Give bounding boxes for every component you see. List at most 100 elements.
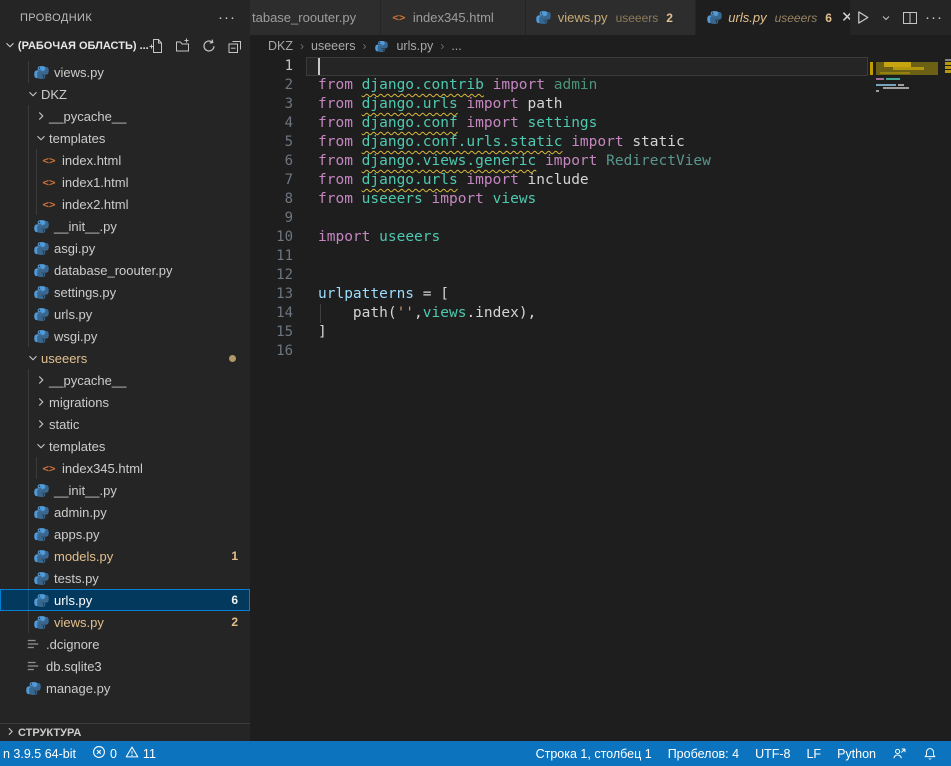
tab-views.py[interactable]: views.pyuseeers2	[526, 0, 697, 35]
indent-guide	[36, 149, 37, 171]
split-editor-icon[interactable]	[899, 7, 921, 29]
minimap-mark	[893, 67, 924, 70]
breadcrumb-file[interactable]: urls.py	[396, 39, 433, 53]
explorer-sidebar: ПРОВОДНИК ··· (РАБОЧАЯ ОБЛАСТЬ) ...	[0, 0, 250, 741]
indent-guide	[28, 611, 29, 633]
overview-ruler[interactable]	[945, 57, 951, 741]
explorer-more-actions-icon[interactable]: ···	[218, 9, 236, 26]
tree-item-tests.py[interactable]: tests.py	[0, 567, 250, 589]
tree-item-label: __init__.py	[54, 483, 117, 498]
python-interpreter-item[interactable]: n 3.9.5 64-bit	[0, 741, 84, 766]
line-number: 3	[250, 95, 293, 114]
run-dropdown-chevron-icon[interactable]	[875, 7, 897, 29]
minimap-mark	[883, 87, 909, 89]
editor-actions: ···	[851, 0, 951, 35]
new-folder-icon[interactable]	[174, 37, 192, 55]
breadcrumb-folder[interactable]: useeers	[311, 39, 355, 53]
collapse-all-icon[interactable]	[226, 37, 244, 55]
tree-item-index1.html[interactable]: <>index1.html	[0, 171, 250, 193]
indent-guide	[28, 589, 29, 611]
minimap[interactable]	[870, 57, 945, 741]
tree-item-urls.py[interactable]: urls.py6	[0, 589, 250, 611]
outline-section-header[interactable]: СТРУКТУРА	[0, 723, 250, 741]
tree-item-label: .dcignore	[46, 637, 99, 652]
tab-urls.py[interactable]: urls.pyuseeers6✕	[696, 0, 851, 35]
tree-item-asgi.py[interactable]: asgi.py	[0, 237, 250, 259]
tree-item-index.html[interactable]: <>index.html	[0, 149, 250, 171]
tree-item-static[interactable]: static	[0, 413, 250, 435]
chevron-right-icon	[33, 417, 49, 431]
tree-item-settings.py[interactable]: settings.py	[0, 281, 250, 303]
tree-item-migrations[interactable]: migrations	[0, 391, 250, 413]
tree-item-urls.py[interactable]: urls.py	[0, 303, 250, 325]
tree-item-manage.py[interactable]: manage.py	[0, 677, 250, 699]
tree-item-wsgi.py[interactable]: wsgi.py	[0, 325, 250, 347]
problems-item[interactable]: 0 11	[84, 741, 164, 766]
tree-item-label: tests.py	[54, 571, 99, 586]
tree-item-label: useeers	[41, 351, 87, 366]
tree-item-useeers[interactable]: useeers	[0, 347, 250, 369]
editor-group: tabase_roouter.py<>index345.htmlviews.py…	[250, 0, 951, 741]
chevron-down-icon	[25, 87, 41, 101]
tree-item-admin.py[interactable]: admin.py	[0, 501, 250, 523]
code-text: from django.conf.urls.static import stat…	[318, 133, 685, 152]
minimap-mark	[886, 78, 900, 80]
tree-item-views.py[interactable]: views.py	[0, 61, 250, 83]
breadcrumb-folder[interactable]: DKZ	[268, 39, 293, 53]
python-icon	[33, 549, 49, 564]
more-actions-icon[interactable]: ···	[923, 7, 945, 29]
eol-item[interactable]: LF	[798, 741, 829, 766]
close-icon[interactable]: ✕	[841, 10, 851, 25]
indentation-item[interactable]: Пробелов: 4	[660, 741, 747, 766]
tree-item-label: views.py	[54, 615, 104, 630]
tree-item-index2.html[interactable]: <>index2.html	[0, 193, 250, 215]
cursor-position-item[interactable]: Строка 1, столбец 1	[528, 741, 660, 766]
workspace-section-header[interactable]: (РАБОЧАЯ ОБЛАСТЬ) ...	[0, 35, 250, 57]
encoding-item[interactable]: UTF-8	[747, 741, 798, 766]
tree-item-DKZ[interactable]: DKZ	[0, 83, 250, 105]
tree-item-db.sqlite3[interactable]: db.sqlite3	[0, 655, 250, 677]
feedback-icon[interactable]	[884, 741, 915, 766]
indent-guide	[36, 171, 37, 193]
warning-icon	[125, 745, 139, 762]
tree-item-__pycache__[interactable]: __pycache__	[0, 105, 250, 127]
chevron-down-icon	[3, 38, 18, 55]
notifications-bell-icon[interactable]	[915, 741, 945, 766]
python-icon	[373, 40, 389, 53]
minimap-mark	[876, 90, 879, 92]
tree-item-label: static	[49, 417, 79, 432]
tree-item-models.py[interactable]: models.py1	[0, 545, 250, 567]
html-icon: <>	[41, 462, 57, 475]
tab-tabase_roouter.py[interactable]: tabase_roouter.py	[250, 0, 381, 35]
tree-item-__pycache__[interactable]: __pycache__	[0, 369, 250, 391]
main-area: ПРОВОДНИК ··· (РАБОЧАЯ ОБЛАСТЬ) ...	[0, 0, 951, 741]
tree-item-label: urls.py	[54, 593, 92, 608]
code-line-15: 15]	[250, 323, 951, 342]
tree-item-views.py[interactable]: views.py2	[0, 611, 250, 633]
tab-label: index345.html	[413, 10, 494, 25]
indent-guide	[28, 479, 29, 501]
new-file-icon[interactable]	[148, 37, 166, 55]
tree-item-database_roouter.py[interactable]: database_roouter.py	[0, 259, 250, 281]
indent-guide	[320, 304, 321, 323]
code-text: import useeers	[318, 228, 440, 247]
tree-item-templates[interactable]: templates	[0, 127, 250, 149]
tab-index345.html[interactable]: <>index345.html	[381, 0, 526, 35]
tree-item-templates[interactable]: templates	[0, 435, 250, 457]
minimap-mark	[876, 84, 896, 86]
tree-item-index345.html[interactable]: <>index345.html	[0, 457, 250, 479]
tree-item-__init__.py[interactable]: __init__.py	[0, 215, 250, 237]
tree-item-__init__.py[interactable]: __init__.py	[0, 479, 250, 501]
chevron-right-icon	[33, 373, 49, 387]
tree-item-.dcignore[interactable]: .dcignore	[0, 633, 250, 655]
refresh-icon[interactable]	[200, 37, 218, 55]
tree-item-apps.py[interactable]: apps.py	[0, 523, 250, 545]
breadcrumb-symbol[interactable]: ...	[451, 39, 461, 53]
line-number: 7	[250, 171, 293, 190]
line-number: 8	[250, 190, 293, 209]
breadcrumb-separator-icon: ›	[362, 39, 366, 53]
code-editor[interactable]: 12from django.contrib import admin3from …	[250, 57, 951, 741]
run-button[interactable]	[851, 7, 873, 29]
language-mode-item[interactable]: Python	[829, 741, 884, 766]
tree-item-label: models.py	[54, 549, 113, 564]
